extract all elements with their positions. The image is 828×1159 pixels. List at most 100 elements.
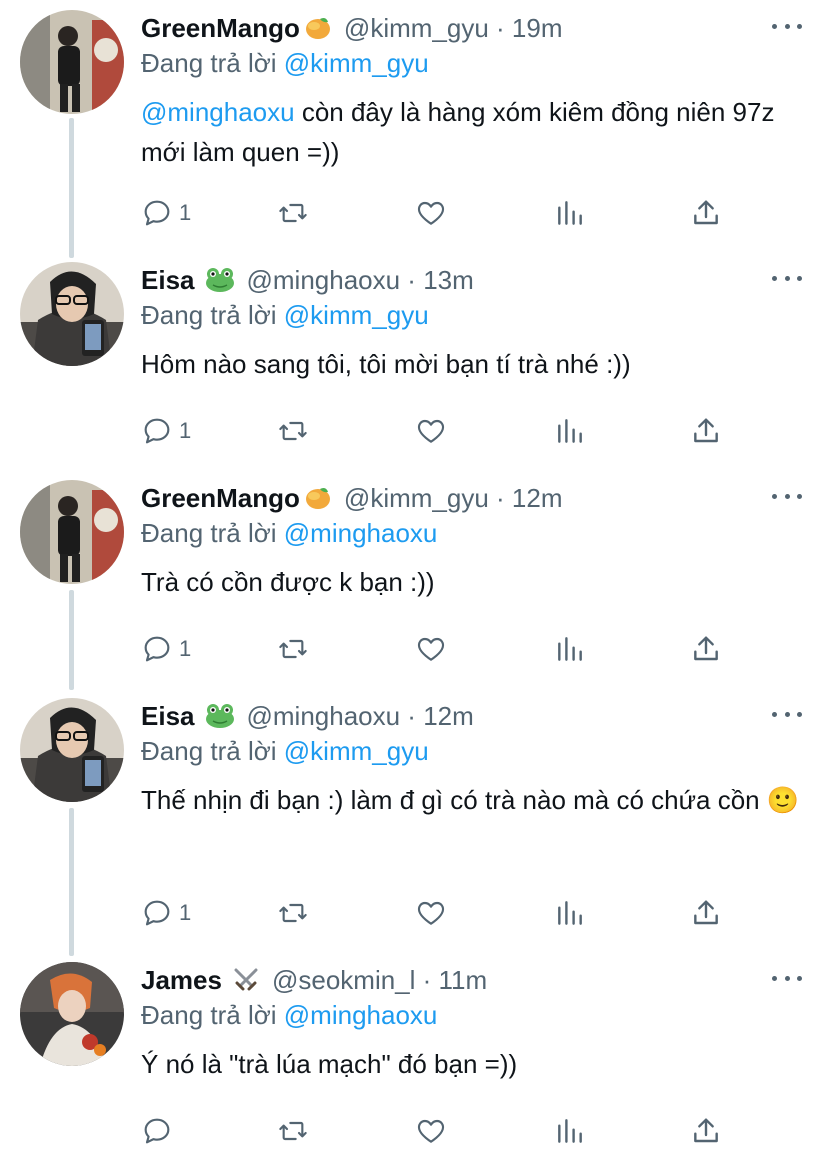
heart-icon <box>417 201 445 225</box>
replying-to-mention[interactable]: @kimm_gyu <box>284 300 429 330</box>
more-options-icon[interactable] <box>772 702 802 726</box>
handle-and-time[interactable]: @minghaoxu · 13m <box>247 265 474 296</box>
avatar-image <box>20 962 124 1066</box>
retweet-icon <box>279 1121 307 1141</box>
tweet-body: Hôm nào sang tôi, tôi mời bạn tí trà nhé… <box>141 344 811 384</box>
avatar[interactable] <box>20 962 124 1066</box>
reply-button[interactable]: 1 <box>141 196 191 230</box>
body-text: Ý nó là "trà lúa mạch" đó bạn =)) <box>141 1049 518 1079</box>
avatar[interactable] <box>20 480 124 584</box>
share-button[interactable] <box>690 196 722 230</box>
reply-icon <box>144 200 170 226</box>
reply-count: 1 <box>179 200 192 225</box>
more-options-icon[interactable] <box>772 484 802 508</box>
body-text: Thế nhịn đi bạn :) làm đ gì có trà nào m… <box>141 785 800 815</box>
avatar[interactable] <box>20 262 124 366</box>
more-options-icon[interactable] <box>772 966 802 990</box>
display-name[interactable]: GreenMango <box>141 483 300 514</box>
share-icon <box>694 418 718 443</box>
reply-count: 1 <box>179 418 192 443</box>
retweet-button[interactable] <box>277 1114 309 1148</box>
action-bar <box>141 1114 741 1148</box>
replying-to-mention[interactable]: @minghaoxu <box>284 1000 438 1030</box>
reply-tweet[interactable]: Eisa @minghaoxu · 13m Đang trả lời @kimm… <box>0 262 828 472</box>
analytics-icon <box>558 901 582 925</box>
reply-icon <box>144 1118 170 1144</box>
handle-and-time[interactable]: @minghaoxu · 12m <box>247 701 474 732</box>
more-options-icon[interactable] <box>772 14 802 38</box>
reply-tweet[interactable]: GreenMango @kimm_gyu · 12m Đang trả lời … <box>0 480 828 690</box>
replying-to-mention[interactable]: @minghaoxu <box>284 518 438 548</box>
like-button[interactable] <box>415 896 447 930</box>
heart-icon <box>417 1119 445 1143</box>
replying-prefix: Đang trả lời <box>141 736 284 766</box>
avatar-image <box>20 10 124 114</box>
more-options-icon[interactable] <box>772 266 802 290</box>
tweet-body: Thế nhịn đi bạn :) làm đ gì có trà nào m… <box>141 780 811 820</box>
replying-to: Đang trả lời @kimm_gyu <box>141 736 429 767</box>
like-button[interactable] <box>415 632 447 666</box>
display-name[interactable]: Eisa <box>141 701 195 732</box>
retweet-button[interactable] <box>277 896 309 930</box>
display-name[interactable]: GreenMango <box>141 13 300 44</box>
avatar[interactable] <box>20 698 124 802</box>
tweet-header: Eisa @minghaoxu · 12m <box>141 700 474 732</box>
share-button[interactable] <box>690 896 722 930</box>
like-button[interactable] <box>415 1114 447 1148</box>
display-name[interactable]: Eisa <box>141 265 195 296</box>
frog-icon <box>205 703 235 729</box>
replying-to: Đang trả lời @kimm_gyu <box>141 48 429 79</box>
action-bar: 1 <box>141 632 741 666</box>
tweet-header: Eisa @minghaoxu · 13m <box>141 264 474 296</box>
handle-and-time[interactable]: @kimm_gyu · 12m <box>344 483 563 514</box>
reply-button[interactable] <box>141 1114 179 1148</box>
like-button[interactable] <box>415 414 447 448</box>
analytics-icon <box>558 637 582 661</box>
tweet-header: James @seokmin_l · 11m <box>141 964 487 996</box>
share-button[interactable] <box>690 414 722 448</box>
share-button[interactable] <box>690 1114 722 1148</box>
retweet-button[interactable] <box>277 414 309 448</box>
retweet-icon <box>279 639 307 659</box>
replying-to: Đang trả lời @minghaoxu <box>141 518 437 549</box>
display-name[interactable]: James <box>141 965 222 996</box>
avatar-image <box>20 480 124 584</box>
reply-tweet[interactable]: GreenMango @kimm_gyu · 19m Đang trả lời … <box>0 10 828 250</box>
replying-prefix: Đang trả lời <box>141 1000 284 1030</box>
reply-button[interactable]: 1 <box>141 632 191 666</box>
body-text: Trà có cồn được k bạn :)) <box>141 567 435 597</box>
retweet-icon <box>279 903 307 923</box>
avatar[interactable] <box>20 10 124 114</box>
replying-to-mention[interactable]: @kimm_gyu <box>284 48 429 78</box>
heart-icon <box>417 637 445 661</box>
analytics-button[interactable] <box>554 196 586 230</box>
reply-button[interactable]: 1 <box>141 414 191 448</box>
reply-count: 1 <box>179 636 192 661</box>
body-text: Hôm nào sang tôi, tôi mời bạn tí trà nhé… <box>141 349 631 379</box>
analytics-button[interactable] <box>554 896 586 930</box>
analytics-button[interactable] <box>554 1114 586 1148</box>
tweet-body: Trà có cồn được k bạn :)) <box>141 562 811 602</box>
share-button[interactable] <box>690 632 722 666</box>
reply-tweet[interactable]: Eisa @minghaoxu · 12m Đang trả lời @kimm… <box>0 698 828 948</box>
retweet-button[interactable] <box>277 632 309 666</box>
replying-prefix: Đang trả lời <box>141 300 284 330</box>
analytics-button[interactable] <box>554 414 586 448</box>
tweet-header: GreenMango @kimm_gyu · 19m <box>141 12 562 44</box>
reply-tweet[interactable]: James @seokmin_l · 11m Đang trả lời @min… <box>0 962 828 1152</box>
action-bar: 1 <box>141 414 741 448</box>
tweet-body: Ý nó là "trà lúa mạch" đó bạn =)) <box>141 1044 811 1084</box>
tweet-header: GreenMango @kimm_gyu · 12m <box>141 482 562 514</box>
replying-to-mention[interactable]: @kimm_gyu <box>284 736 429 766</box>
handle-and-time[interactable]: @kimm_gyu · 19m <box>344 13 563 44</box>
retweet-button[interactable] <box>277 196 309 230</box>
replying-prefix: Đang trả lời <box>141 48 284 78</box>
like-button[interactable] <box>415 196 447 230</box>
frog-icon <box>205 267 235 293</box>
analytics-button[interactable] <box>554 632 586 666</box>
reply-button[interactable]: 1 <box>141 896 191 930</box>
body-mention[interactable]: @minghaoxu <box>141 97 295 127</box>
avatar-image <box>20 262 124 366</box>
replying-to: Đang trả lời @minghaoxu <box>141 1000 437 1031</box>
handle-and-time[interactable]: @seokmin_l · 11m <box>272 965 487 996</box>
